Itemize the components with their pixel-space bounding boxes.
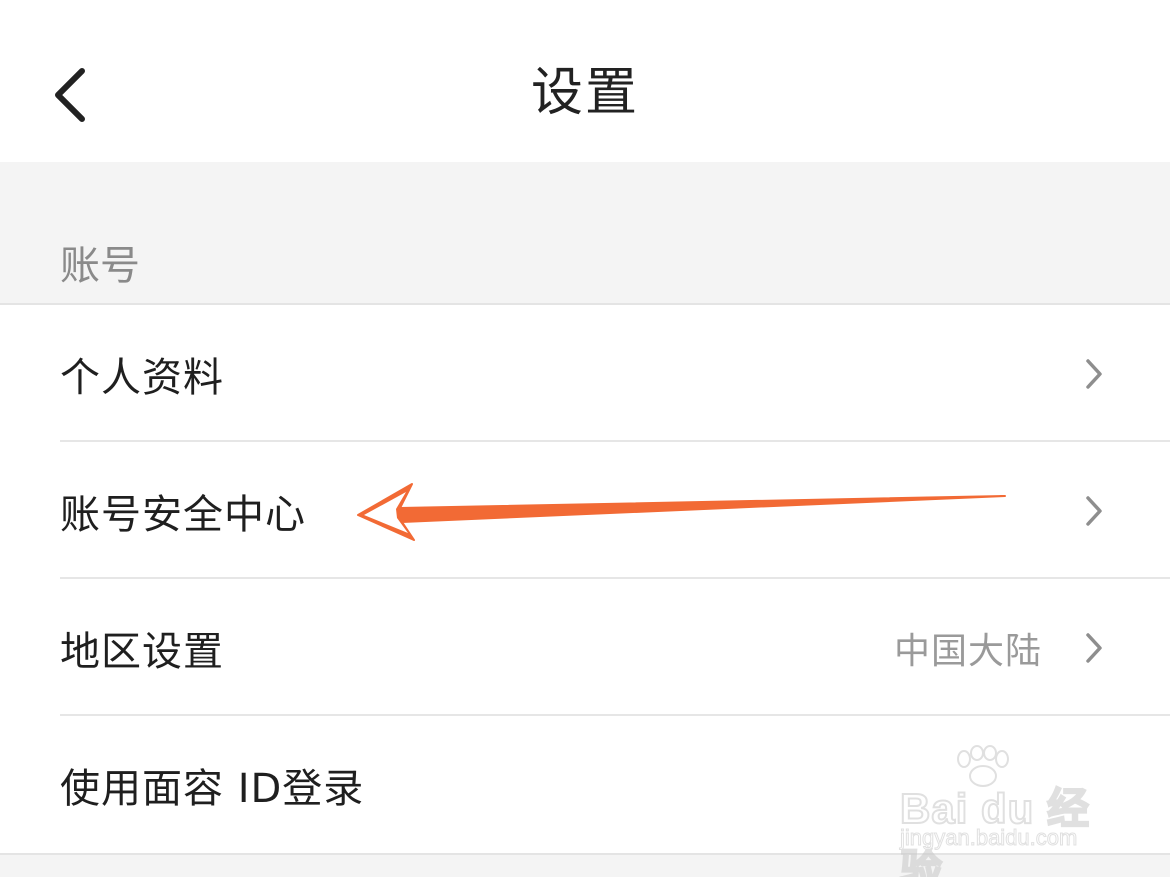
chevron-right-icon <box>1086 496 1102 526</box>
watermark: Bai du 经验 jingyan.baidu.com <box>890 745 1120 877</box>
settings-item-label: 账号安全中心 <box>60 491 306 538</box>
chevron-right-icon <box>1086 633 1102 663</box>
settings-item-profile[interactable]: 个人资料 <box>0 305 1170 442</box>
settings-item-label: 个人资料 <box>60 354 224 401</box>
settings-item-label: 使用面容 ID登录 <box>60 765 365 812</box>
section-header <box>0 162 1170 304</box>
chevron-right-icon <box>1086 359 1102 389</box>
page-title: 设置 <box>530 63 639 123</box>
section-label-account: 账号 <box>60 243 140 289</box>
settings-screen: 设置 账号 个人资料 账号安全中心 地区设置 中国大陆 使用面容 ID登录 Ba… <box>0 0 1170 877</box>
settings-item-label: 地区设置 <box>60 628 224 675</box>
navigation-bar: 设置 <box>0 0 1170 162</box>
region-value: 中国大陆 <box>893 630 1042 672</box>
settings-item-region[interactable]: 地区设置 中国大陆 <box>0 579 1170 716</box>
annotation-arrow-icon <box>357 483 1006 541</box>
watermark-site: jingyan.baidu.com <box>899 825 1078 851</box>
